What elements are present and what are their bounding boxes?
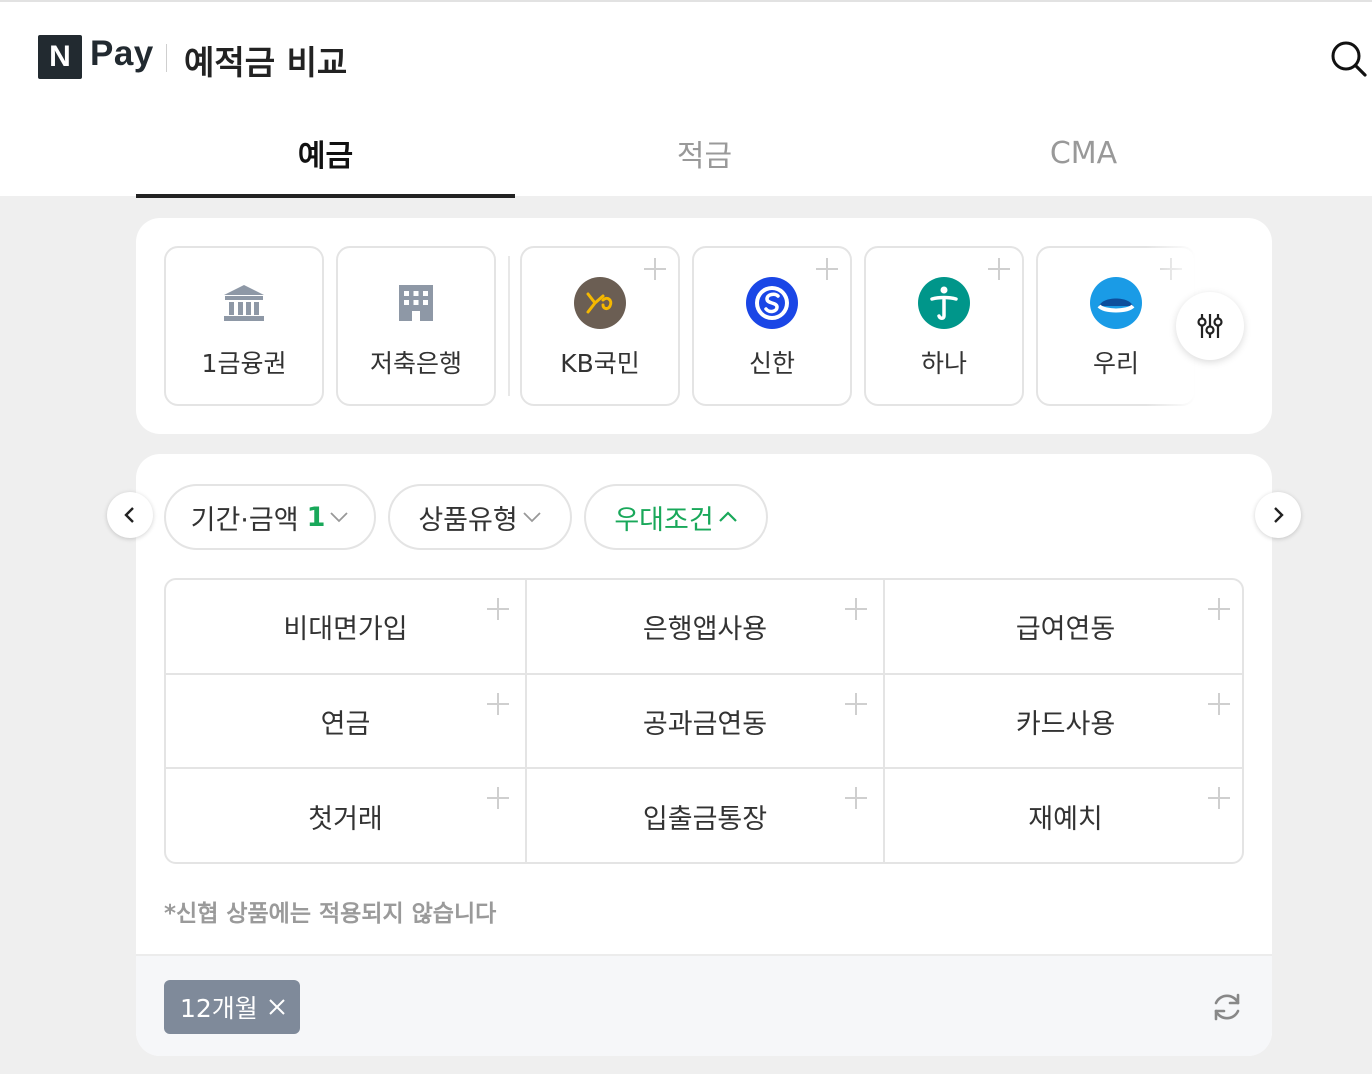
bank-filter-card: 1금융권 저축은행 KB국민 신한 하나 우리 — [136, 218, 1272, 434]
app-header: N Pay 예적금 비교 예금 적금 CMA — [0, 2, 1372, 198]
page-title: 예적금 비교 — [184, 43, 348, 82]
condition-label: 연금 — [320, 708, 371, 740]
condition-note: *신협 상품에는 적용되지 않습니다 — [164, 901, 497, 927]
chip-label: 우대조건 — [614, 504, 714, 536]
filter-chip-preferential[interactable]: 우대조건 — [584, 484, 768, 550]
bank-group-label: 1금융권 — [201, 349, 287, 378]
chip-label: 상품유형 — [418, 504, 518, 536]
condition-label: 은행앱사용 — [642, 614, 768, 645]
add-icon — [988, 258, 1010, 280]
filter-chip-product-type[interactable]: 상품유형 — [388, 484, 572, 550]
refresh-icon[interactable] — [1210, 990, 1244, 1024]
pay-logo-text[interactable]: Pay — [90, 34, 154, 74]
condition-cell[interactable]: 첫거래 — [166, 769, 527, 862]
add-icon — [1208, 787, 1230, 809]
bank-building-icon — [217, 276, 271, 330]
woori-logo-icon — [1089, 276, 1143, 330]
add-icon — [487, 787, 509, 809]
add-icon — [487, 598, 509, 620]
scroll-right-button[interactable] — [1255, 492, 1301, 538]
condition-label: 입출금통장 — [642, 804, 768, 835]
office-building-icon — [389, 276, 443, 330]
add-icon — [644, 258, 666, 280]
close-icon[interactable] — [268, 998, 286, 1016]
add-icon — [845, 598, 867, 620]
bank-label: KB국민 — [560, 349, 640, 378]
kb-logo-icon — [573, 276, 627, 330]
chevron-down-icon — [330, 512, 349, 523]
add-icon — [1208, 598, 1230, 620]
bank-tile-kb[interactable]: KB국민 — [520, 246, 680, 406]
add-icon — [816, 258, 838, 280]
chevron-down-icon — [523, 512, 541, 523]
chip-label: 기간·금액 — [190, 504, 299, 536]
condition-label: 카드사용 — [1015, 708, 1116, 740]
bank-label: 신한 — [748, 349, 795, 378]
condition-label: 재예치 — [1028, 804, 1103, 835]
chevron-left-icon — [124, 507, 134, 523]
active-tab-indicator — [136, 194, 515, 198]
condition-cell[interactable]: 급여연동 — [885, 580, 1242, 675]
add-icon — [845, 693, 867, 715]
chip-count: 1 — [306, 501, 326, 533]
logo-divider — [166, 44, 167, 72]
tab-cma[interactable]: CMA — [894, 108, 1273, 198]
condition-cell[interactable]: 은행앱사용 — [527, 580, 885, 675]
condition-cell[interactable]: 입출금통장 — [527, 769, 885, 862]
condition-cell[interactable]: 재예치 — [885, 769, 1242, 862]
add-icon — [845, 787, 867, 809]
tab-savings[interactable]: 적금 — [515, 108, 894, 198]
naver-logo[interactable]: N — [38, 35, 82, 79]
shinhan-logo-icon — [745, 276, 799, 330]
condition-label: 공과금연동 — [642, 708, 768, 740]
product-tabs: 예금 적금 CMA — [136, 108, 1272, 198]
condition-label: 첫거래 — [308, 804, 383, 835]
tab-deposit[interactable]: 예금 — [136, 108, 515, 198]
add-icon — [1208, 693, 1230, 715]
condition-label: 비대면가입 — [283, 614, 408, 645]
condition-label: 급여연동 — [1015, 614, 1116, 645]
condition-cell[interactable]: 연금 — [166, 675, 527, 769]
search-icon[interactable] — [1330, 40, 1368, 78]
bank-group-label: 저축은행 — [369, 349, 462, 378]
filter-chip-period-amount[interactable]: 기간·금액 1 — [164, 484, 376, 550]
bank-group-first-tier[interactable]: 1금융권 — [164, 246, 324, 406]
chevron-right-icon — [1274, 507, 1284, 523]
scroll-left-button[interactable] — [107, 492, 153, 538]
sliders-icon — [1197, 314, 1223, 338]
add-icon — [487, 693, 509, 715]
condition-cell[interactable]: 카드사용 — [885, 675, 1242, 769]
condition-filter-card: 기간·금액 1 상품유형 우대조건 비대면가입 은행앱사용 급여연동 연금 공과… — [136, 454, 1272, 1056]
bank-tile-shinhan[interactable]: 신한 — [692, 246, 852, 406]
condition-cell[interactable]: 공과금연동 — [527, 675, 885, 769]
bank-tile-hana[interactable]: 하나 — [864, 246, 1024, 406]
selected-filter-tag[interactable]: 12개월 — [164, 980, 300, 1034]
bank-label: 하나 — [920, 349, 967, 378]
bank-divider — [508, 256, 510, 396]
tag-label: 12개월 — [180, 994, 258, 1023]
selected-filters-bar: 12개월 — [136, 954, 1272, 1056]
chevron-up-icon — [718, 511, 737, 522]
bank-group-savings-bank[interactable]: 저축은행 — [336, 246, 496, 406]
hana-logo-icon — [917, 276, 971, 330]
condition-grid: 비대면가입 은행앱사용 급여연동 연금 공과금연동 카드사용 첫거래 입출금통장… — [164, 578, 1244, 864]
bank-settings-button[interactable] — [1176, 292, 1244, 360]
condition-cell[interactable]: 비대면가입 — [166, 580, 527, 675]
